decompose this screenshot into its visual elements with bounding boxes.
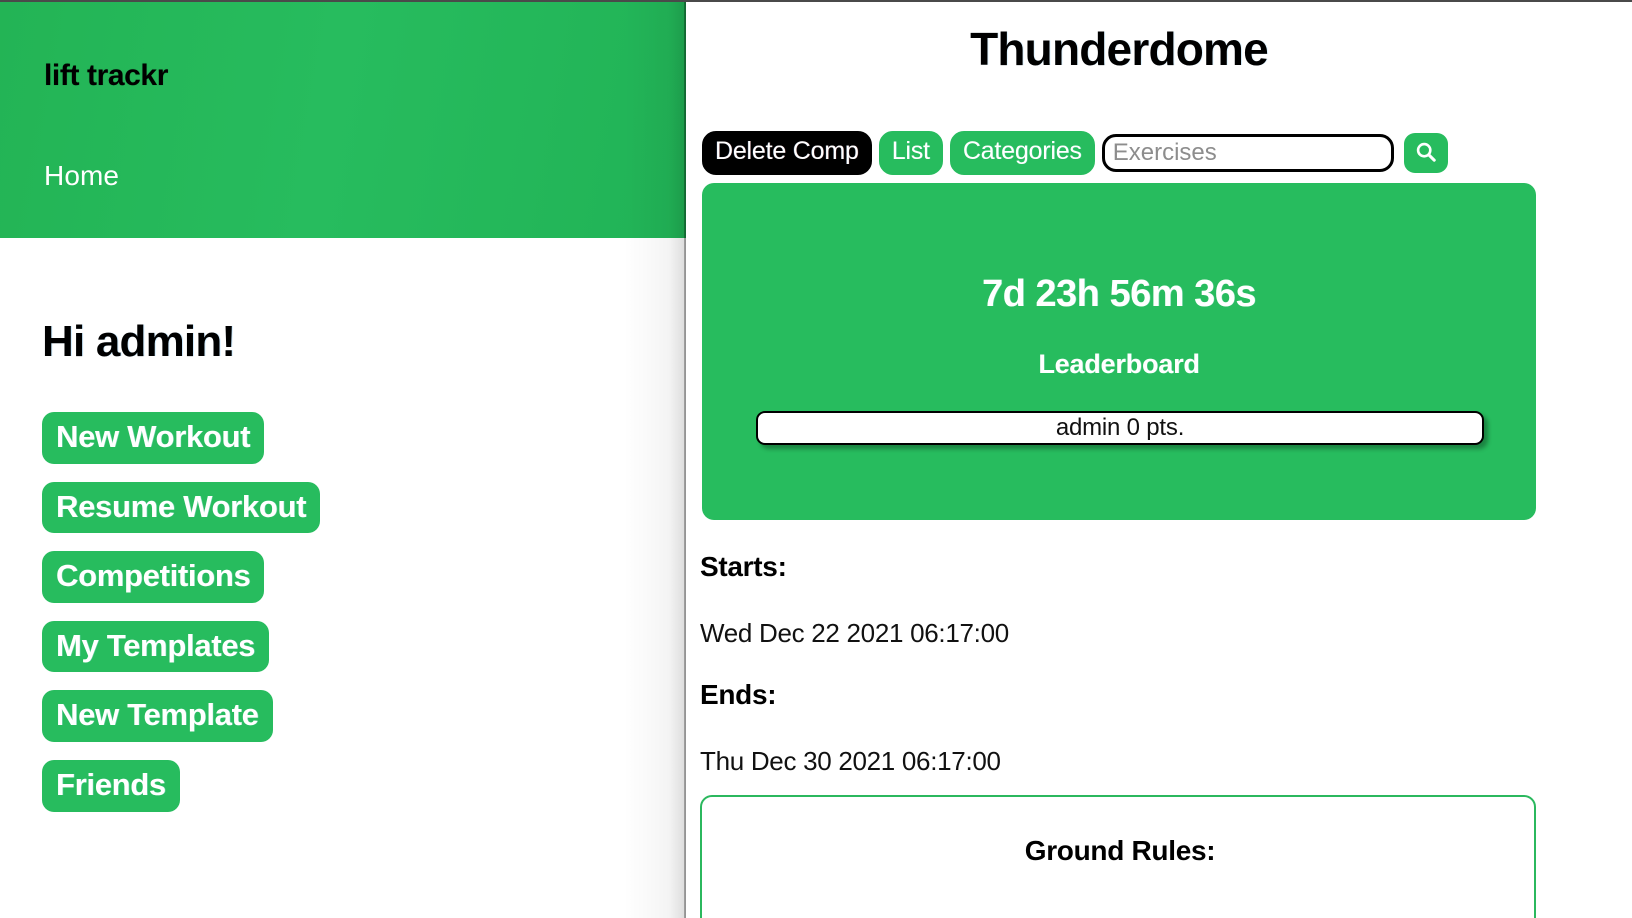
search-icon <box>1414 140 1438 167</box>
search-input[interactable] <box>1101 134 1394 172</box>
new-template-button[interactable]: New Template <box>42 690 273 743</box>
app-brand: lift trackr <box>44 59 168 92</box>
list-item[interactable]: admin 0 pts. <box>756 411 1484 445</box>
countdown-timer: 7d 23h 56m 36s <box>982 273 1256 315</box>
page-title: Hi admin! <box>42 317 236 366</box>
app-root: lift trackr Home Hi admin! New Workout R… <box>0 0 1632 918</box>
left-panel: lift trackr Home Hi admin! New Workout R… <box>0 0 686 918</box>
main-panel: Thunderdome Delete Comp List Categories … <box>686 2 1632 918</box>
competitions-button[interactable]: Competitions <box>42 551 265 603</box>
ground-rules-title: Ground Rules: <box>1024 835 1216 866</box>
friends-button[interactable]: Friends <box>42 760 180 812</box>
search-button[interactable] <box>1403 133 1448 173</box>
sidebar-header: lift trackr Home <box>0 2 686 238</box>
delete-comp-button[interactable]: Delete Comp <box>702 131 872 175</box>
competition-title: Thunderdome <box>970 23 1269 75</box>
new-workout-button[interactable]: New Workout <box>42 412 265 464</box>
ends-value: Thu Dec 30 2021 06:17:00 <box>700 746 1001 776</box>
starts-value: Wed Dec 22 2021 06:17:00 <box>700 618 1009 648</box>
list-button[interactable]: List <box>878 131 943 175</box>
top-rule <box>0 0 1632 2</box>
my-templates-button[interactable]: My Templates <box>42 620 270 673</box>
sidebar-actions: New Workout Resume Workout Competitions … <box>42 412 321 812</box>
starts-label: Starts: <box>700 551 787 582</box>
ends-label: Ends: <box>700 679 777 710</box>
panel-divider <box>684 0 686 918</box>
categories-button[interactable]: Categories <box>949 131 1095 175</box>
leaderboard-list: admin 0 pts. <box>756 411 1484 445</box>
sidebar-item-home[interactable]: Home <box>44 160 119 192</box>
leaderboard-heading: Leaderboard <box>1038 349 1200 379</box>
resume-workout-button[interactable]: Resume Workout <box>42 481 321 534</box>
competition-card: 7d 23h 56m 36s Leaderboard admin 0 pts. <box>702 183 1536 520</box>
competition-toolbar: Delete Comp List Categories <box>702 131 1448 175</box>
ground-rules-box: Ground Rules: <box>700 795 1536 918</box>
